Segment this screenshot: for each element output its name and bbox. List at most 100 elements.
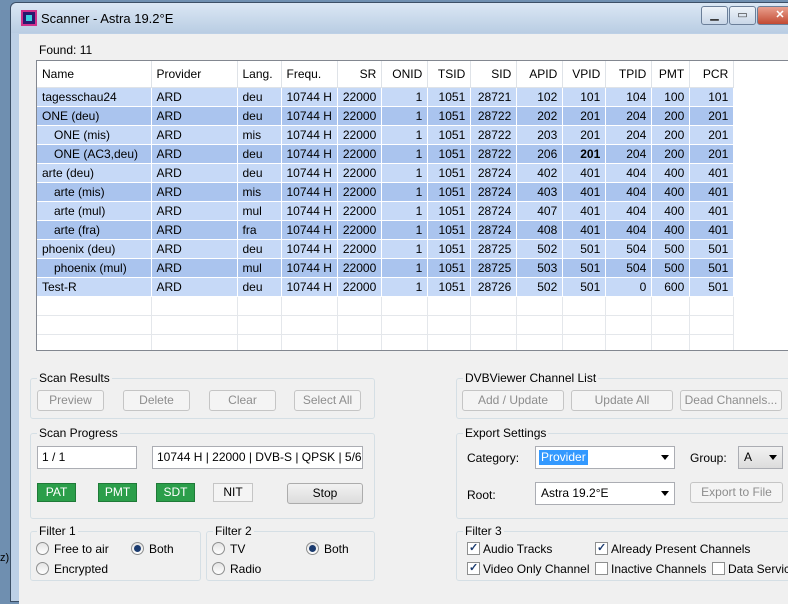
channel-name-cell: phoenix (deu) bbox=[37, 239, 152, 259]
table-cell: 1051 bbox=[427, 182, 472, 202]
client-area: Found: 11 Name Provider Lang. Frequ. SR ONID T… bbox=[19, 34, 788, 604]
table-row[interactable]: ONE (deu) ARD deu 10744 H 22000 1 1051 28722 202… bbox=[37, 106, 735, 126]
table-cell: 1051 bbox=[427, 239, 472, 259]
empty-cell bbox=[651, 296, 691, 316]
table-cell: 403 bbox=[516, 182, 564, 202]
table-cell: deu bbox=[237, 87, 282, 107]
table-cell: 100 bbox=[651, 87, 691, 107]
table-row[interactable]: arte (mis) ARD mis 10744 H 22000 1 1051 28724 40… bbox=[37, 182, 735, 202]
channel-table[interactable]: Name Provider Lang. Frequ. SR ONID TSID SID APID… bbox=[36, 60, 788, 351]
update-all-button[interactable]: Update All bbox=[571, 390, 673, 411]
table-cell: 400 bbox=[651, 163, 691, 183]
scan-counter-field[interactable]: 1 / 1 bbox=[37, 446, 137, 469]
empty-cell bbox=[689, 296, 735, 316]
clear-button[interactable]: Clear bbox=[209, 390, 276, 411]
column-header[interactable]: Provider bbox=[151, 61, 238, 88]
add-update-button[interactable]: Add / Update bbox=[462, 390, 564, 411]
table-cell: 22000 bbox=[337, 258, 383, 278]
root-select[interactable]: Astra 19.2°E bbox=[535, 482, 675, 505]
table-cell: 1 bbox=[381, 106, 429, 126]
column-header[interactable]: SID bbox=[470, 61, 518, 88]
table-row[interactable]: tagesschau24 ARD deu 10744 H 22000 1 1051 28721… bbox=[37, 87, 735, 107]
table-cell: 1051 bbox=[427, 201, 472, 221]
group-value: A bbox=[744, 450, 753, 464]
table-row[interactable]: ONE (mis) ARD mis 10744 H 22000 1 1051 28722 203… bbox=[37, 125, 735, 145]
found-count: Found: 11 bbox=[39, 43, 92, 57]
select-all-button[interactable]: Select All bbox=[294, 390, 361, 411]
table-cell: 1051 bbox=[427, 144, 472, 164]
column-header[interactable]: Frequ. bbox=[281, 61, 338, 88]
export-to-file-button[interactable]: Export to File bbox=[690, 482, 783, 503]
encrypted-radio[interactable]: Encrypted bbox=[36, 562, 108, 576]
table-cell: 401 bbox=[689, 163, 735, 183]
close-icon[interactable]: ✕ bbox=[757, 6, 788, 25]
filter2-both-radio[interactable]: Both bbox=[306, 542, 349, 556]
delete-button[interactable]: Delete bbox=[123, 390, 190, 411]
dead-channels-button[interactable]: Dead Channels... bbox=[680, 390, 782, 411]
filter2-title: Filter 2 bbox=[213, 524, 254, 538]
table-cell: 202 bbox=[516, 106, 564, 126]
radio-radio[interactable]: Radio bbox=[212, 562, 261, 576]
column-header[interactable]: Name bbox=[37, 61, 152, 88]
table-cell: ARD bbox=[151, 125, 238, 145]
table-cell: 200 bbox=[651, 106, 691, 126]
empty-cell bbox=[516, 334, 564, 350]
inactive-channels-checkbox[interactable]: Inactive Channels bbox=[595, 562, 706, 576]
table-cell: 22000 bbox=[337, 144, 383, 164]
table-cell: 1051 bbox=[427, 106, 472, 126]
chevron-down-icon bbox=[769, 455, 777, 460]
empty-cell bbox=[605, 315, 653, 335]
table-row[interactable]: phoenix (deu) ARD deu 10744 H 22000 1 1051 2872… bbox=[37, 239, 735, 259]
filter1-both-radio[interactable]: Both bbox=[131, 542, 174, 556]
scanner-window: Scanner - Astra 19.2°E ▁ ▭ ✕ Found: 11 N… bbox=[10, 2, 788, 604]
table-row[interactable]: ONE (AC3,deu) ARD deu 10744 H 22000 1 1051 2872… bbox=[37, 144, 735, 164]
table-cell: 504 bbox=[605, 239, 653, 259]
background-window-text: z) bbox=[0, 552, 10, 564]
column-header[interactable]: PMT bbox=[651, 61, 691, 88]
chevron-down-icon bbox=[661, 491, 669, 496]
column-header[interactable]: Lang. bbox=[237, 61, 282, 88]
preview-button[interactable]: Preview bbox=[37, 390, 104, 411]
table-cell: 1051 bbox=[427, 277, 472, 297]
column-header[interactable]: SR bbox=[337, 61, 383, 88]
title-bar[interactable]: Scanner - Astra 19.2°E ▁ ▭ ✕ bbox=[11, 3, 788, 33]
table-row[interactable]: arte (deu) ARD deu 10744 H 22000 1 1051 28724 40… bbox=[37, 163, 735, 183]
table-cell: 101 bbox=[689, 87, 735, 107]
audio-tracks-checkbox[interactable]: Audio Tracks bbox=[467, 541, 552, 556]
table-row[interactable]: Test-R ARD deu 10744 H 22000 1 1051 28726 502 501… bbox=[37, 277, 735, 297]
table-cell: 22000 bbox=[337, 182, 383, 202]
group-select[interactable]: A bbox=[738, 446, 783, 469]
transponder-field[interactable]: 10744 H | 22000 | DVB-S | QPSK | 5/6 bbox=[152, 446, 363, 469]
column-header[interactable]: VPID bbox=[562, 61, 607, 88]
table-row[interactable]: arte (mul) ARD mul 10744 H 22000 1 1051 28724 40… bbox=[37, 201, 735, 221]
found-value: 11 bbox=[79, 43, 93, 57]
data-services-checkbox[interactable]: Data Services bbox=[712, 562, 788, 576]
table-row[interactable]: arte (fra) ARD fra 10744 H 22000 1 1051 28724 40… bbox=[37, 220, 735, 240]
scan-results-group: Scan Results Preview Delete Clear Select… bbox=[30, 371, 375, 419]
channel-name-cell: arte (fra) bbox=[37, 220, 152, 240]
column-header[interactable]: TPID bbox=[605, 61, 653, 88]
column-header[interactable]: TSID bbox=[427, 61, 472, 88]
table-cell: 501 bbox=[562, 277, 607, 297]
nit-indicator: NIT bbox=[213, 483, 253, 502]
tv-radio[interactable]: TV bbox=[212, 542, 245, 556]
column-header[interactable]: ONID bbox=[381, 61, 429, 88]
table-header: Name Provider Lang. Frequ. SR ONID TSID SID APID… bbox=[37, 61, 735, 88]
channel-name-cell: Test-R bbox=[37, 277, 152, 297]
stop-button[interactable]: Stop bbox=[287, 483, 363, 504]
already-present-checkbox[interactable]: Already Present Channels bbox=[595, 541, 750, 556]
window-title: Scanner - Astra 19.2°E bbox=[41, 11, 174, 26]
column-header[interactable]: PCR bbox=[689, 61, 735, 88]
minimize-icon[interactable]: ▁ bbox=[701, 6, 728, 25]
table-cell: 502 bbox=[516, 239, 564, 259]
table-cell: 10744 H bbox=[281, 239, 338, 259]
video-only-checkbox[interactable]: Video Only Channel bbox=[467, 561, 590, 576]
maximize-icon[interactable]: ▭ bbox=[729, 6, 756, 25]
free-to-air-radio[interactable]: Free to air bbox=[36, 542, 109, 556]
column-header[interactable]: APID bbox=[516, 61, 564, 88]
category-select[interactable]: Provider bbox=[535, 446, 675, 469]
table-row[interactable]: phoenix (mul) ARD mul 10744 H 22000 1 1051 2872… bbox=[37, 258, 735, 278]
empty-cell bbox=[689, 315, 735, 335]
empty-cell bbox=[470, 334, 518, 350]
filter1-group: Filter 1 Free to air Both Encrypted bbox=[30, 524, 201, 581]
